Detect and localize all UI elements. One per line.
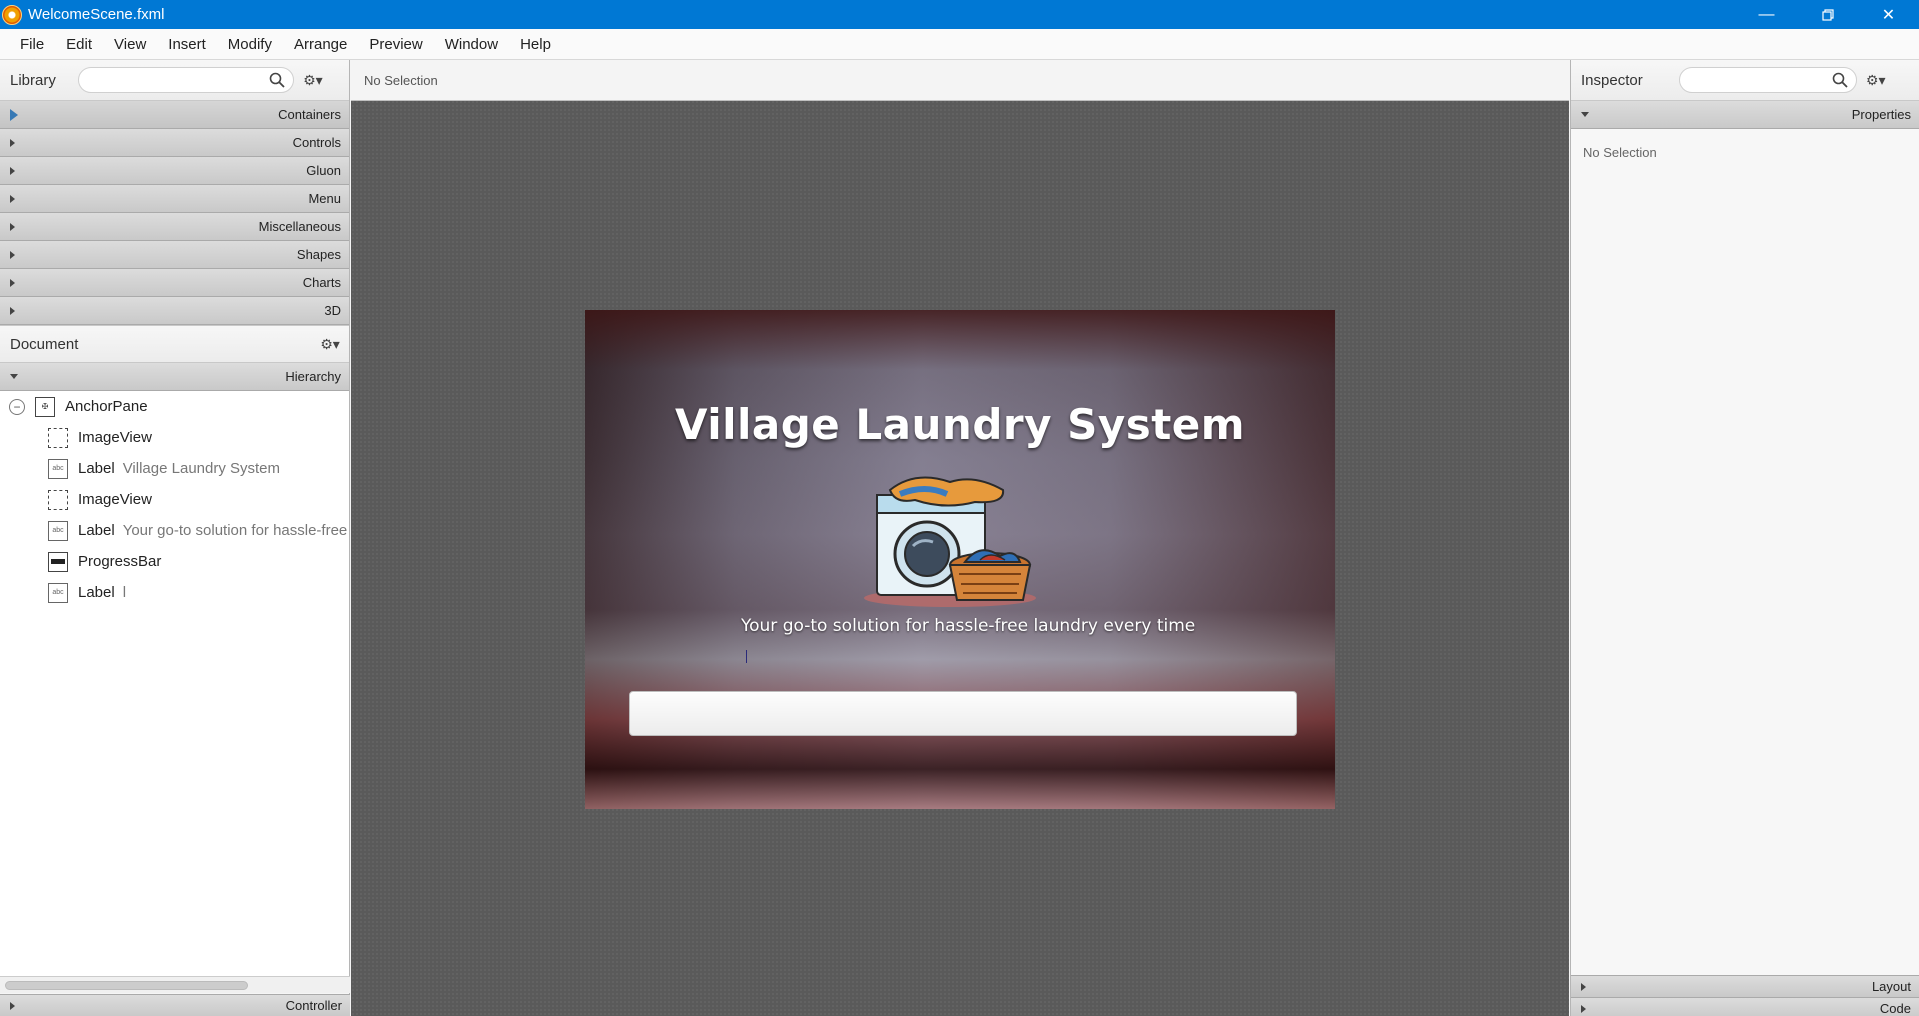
library-section-containers[interactable]: Containers [0, 101, 349, 129]
properties-body: No Selection [1571, 129, 1919, 975]
menu-edit[interactable]: Edit [55, 36, 103, 53]
library-search-input[interactable] [77, 67, 294, 93]
library-section-shapes[interactable]: Shapes [0, 241, 349, 269]
imageview-icon [48, 427, 68, 448]
menu-arrange[interactable]: Arrange [283, 36, 358, 53]
menu-modify[interactable]: Modify [217, 36, 283, 53]
washing-machine-image[interactable] [855, 470, 1045, 610]
restore-icon [1821, 8, 1834, 21]
library-section-menu[interactable]: Menu [0, 185, 349, 213]
expand-icon [1581, 982, 1586, 991]
library-section-charts[interactable]: Charts [0, 269, 349, 297]
library-gear-icon[interactable]: ⚙▾ [303, 71, 323, 89]
controller-section[interactable]: Controller [0, 994, 350, 1016]
scene-anchorpane[interactable]: Village Laundry System Your go-to soluti… [585, 310, 1335, 809]
scene-builder-app-icon [2, 4, 22, 25]
label-icon: abc [48, 520, 68, 541]
document-title: Document [10, 335, 79, 353]
expand-icon [10, 278, 15, 287]
library-title: Library [10, 71, 56, 89]
tree-item-anchorpane[interactable]: − ✠ AnchorPane [0, 391, 349, 422]
expand-icon [1581, 1004, 1586, 1013]
expand-icon [10, 222, 15, 231]
title-bar: WelcomeScene.fxml — ✕ [0, 0, 1919, 29]
library-header: Library ⚙▾ [0, 60, 349, 101]
menu-help[interactable]: Help [509, 36, 562, 53]
selection-bar: No Selection [351, 60, 1569, 101]
scene-subtitle-label[interactable]: Your go-to solution for hassle-free laun… [741, 616, 1195, 636]
collapse-icon [10, 374, 18, 379]
tree-item-label-title[interactable]: abc Label Village Laundry System [0, 453, 349, 484]
menu-bar: File Edit View Insert Modify Arrange Pre… [0, 29, 1919, 60]
inspector-title: Inspector [1581, 71, 1643, 89]
expand-icon [10, 250, 15, 259]
expand-icon [10, 108, 18, 121]
window-controls: — ✕ [1736, 0, 1919, 29]
progressbar-icon [48, 551, 68, 572]
tree-item-label-status[interactable]: abc Label l [0, 577, 349, 608]
code-section[interactable]: Code [1571, 997, 1919, 1016]
inspector-search-input[interactable] [1678, 67, 1857, 93]
hierarchy-tree: − ✠ AnchorPane ImageView abc Label Villa… [0, 391, 350, 993]
expand-icon [10, 1001, 15, 1010]
library-section-controls[interactable]: Controls [0, 129, 349, 157]
tree-item-imageview[interactable]: ImageView [0, 422, 349, 453]
imageview-icon [48, 489, 68, 510]
expand-icon [10, 138, 15, 147]
library-section-3d[interactable]: 3D [0, 297, 349, 325]
anchorpane-icon: ✠ [35, 396, 55, 417]
close-button[interactable]: ✕ [1858, 0, 1919, 29]
search-icon [269, 72, 285, 88]
expand-icon [10, 306, 15, 315]
collapse-node-icon[interactable]: − [9, 398, 25, 415]
menu-view[interactable]: View [103, 36, 157, 53]
menu-insert[interactable]: Insert [157, 36, 217, 53]
inspector-selection-text: No Selection [1583, 145, 1657, 160]
expand-icon [10, 194, 15, 203]
label-icon: abc [48, 582, 68, 603]
inspector-header: Inspector ⚙▾ [1571, 60, 1919, 101]
library-section-miscellaneous[interactable]: Miscellaneous [0, 213, 349, 241]
menu-preview[interactable]: Preview [358, 36, 433, 53]
menu-window[interactable]: Window [434, 36, 509, 53]
restore-button[interactable] [1797, 0, 1858, 29]
document-header: Document ⚙▾ [0, 325, 349, 363]
tree-item-label-subtitle[interactable]: abc Label Your go-to solution for hassle… [0, 515, 349, 546]
window-title: WelcomeScene.fxml [28, 6, 165, 23]
hierarchy-horizontal-scrollbar[interactable] [0, 976, 350, 993]
minimize-button[interactable]: — [1736, 0, 1797, 29]
scene-status-label[interactable] [746, 650, 747, 663]
tree-item-imageview[interactable]: ImageView [0, 484, 349, 515]
label-icon: abc [48, 458, 68, 479]
menu-file[interactable]: File [9, 36, 55, 53]
right-panel: Inspector ⚙▾ Properties No Selection Lay… [1570, 60, 1919, 1016]
document-gear-icon[interactable]: ⚙▾ [320, 335, 340, 353]
tree-item-progressbar[interactable]: ProgressBar [0, 546, 349, 577]
layout-section[interactable]: Layout [1571, 975, 1919, 997]
scrollbar-thumb[interactable] [5, 981, 248, 990]
properties-section[interactable]: Properties [1571, 101, 1919, 129]
library-section-gluon[interactable]: Gluon [0, 157, 349, 185]
scene-title-label[interactable]: Village Laundry System [585, 400, 1335, 449]
content-canvas: No Selection Village Laundry System Your… [351, 60, 1569, 1016]
selection-status: No Selection [364, 72, 438, 88]
scene-progress-bar[interactable] [629, 691, 1297, 736]
search-icon [1832, 72, 1848, 88]
hierarchy-section[interactable]: Hierarchy [0, 363, 349, 391]
left-panel: Library ⚙▾ Containers Controls Gluon Men… [0, 60, 350, 1016]
collapse-icon [1581, 112, 1589, 117]
inspector-gear-icon[interactable]: ⚙▾ [1866, 71, 1886, 89]
expand-icon [10, 166, 15, 175]
